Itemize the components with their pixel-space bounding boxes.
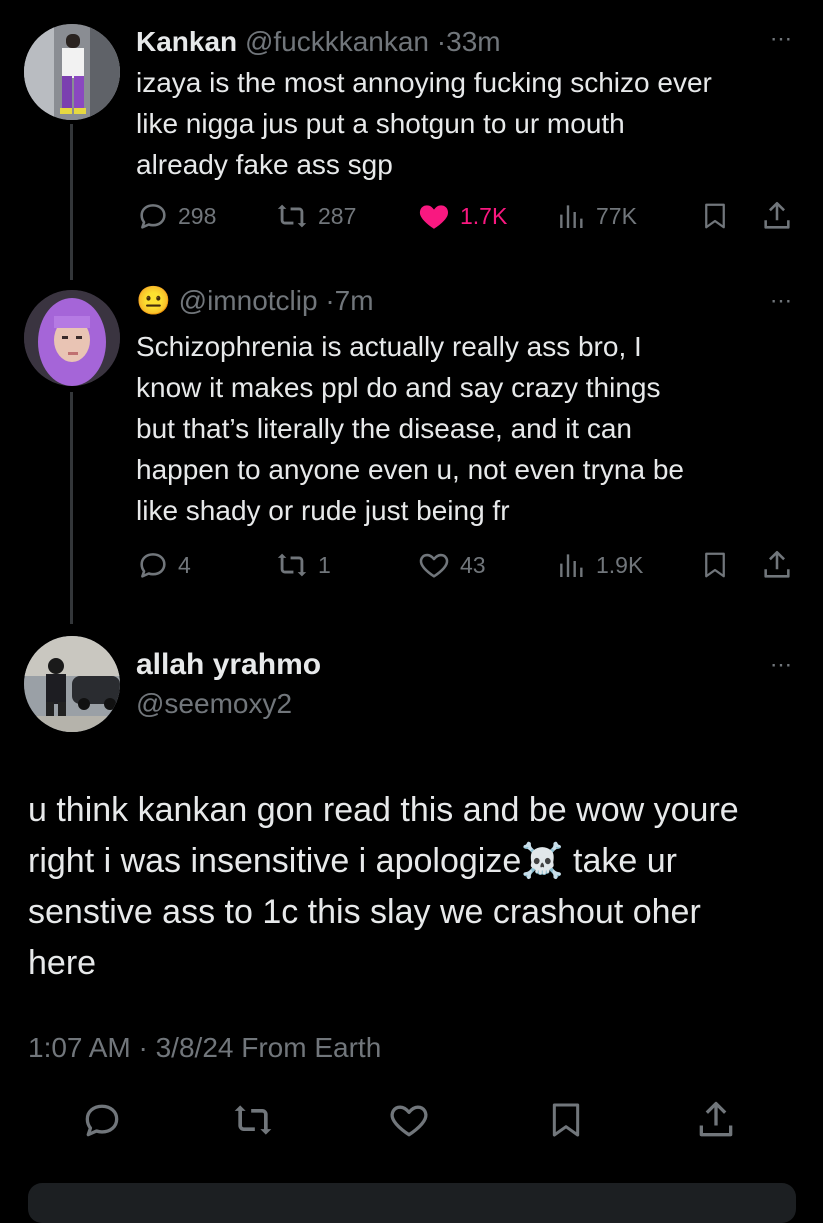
reply-button[interactable]: 298 xyxy=(136,196,216,236)
display-name[interactable]: allah yrahmo xyxy=(136,648,321,682)
more-options-icon[interactable]: ⋯ xyxy=(770,26,793,52)
tweet-text-line: Schizophrenia is actually really ass bro… xyxy=(136,331,642,362)
display-name[interactable]: Kankan xyxy=(136,26,237,57)
reply-icon xyxy=(85,1104,119,1137)
tweet-actions: 298 287 1.7K 77K xyxy=(136,196,796,236)
tweet-header: 😐 @imnotclip ·7m xyxy=(136,283,374,319)
tweet-header: Kankan @fuckkkankan ·33m xyxy=(136,24,501,60)
thread-connector xyxy=(70,124,73,280)
reply-icon xyxy=(140,204,166,229)
heart-outline-icon xyxy=(419,553,449,578)
repost-icon xyxy=(234,1105,272,1135)
share-button[interactable] xyxy=(760,545,794,585)
neutral-face-emoji: 😐 xyxy=(136,285,171,316)
reply-button[interactable]: 4 xyxy=(136,545,191,585)
tweet-text-line: already fake ass sgp xyxy=(136,149,393,180)
views-chart-icon xyxy=(560,205,583,228)
heart-outline-icon xyxy=(390,1105,428,1137)
share-icon xyxy=(764,550,790,578)
views-count: 1.9K xyxy=(596,551,644,578)
tweet-text-line: u think kankan gon read this and be wow … xyxy=(28,791,739,829)
bookmark-button[interactable] xyxy=(700,545,730,585)
tweet-text-line: like shady or rude just being fr xyxy=(136,495,510,526)
tweet-text-line: senstive ass to 1c this slay we crashout… xyxy=(28,893,701,931)
tweet-text-line: like nigga jus put a shotgun to ur mouth xyxy=(136,108,625,139)
share-icon xyxy=(699,1101,733,1137)
tweet-text-line: but that’s literally the disease, and it… xyxy=(136,413,633,444)
avatar-seemoxy2[interactable] xyxy=(24,636,120,732)
tweet-text: Schizophrenia is actually really ass bro… xyxy=(136,326,796,531)
heart-filled-icon xyxy=(419,205,449,229)
like-button[interactable]: 1.7K xyxy=(416,196,507,236)
handle[interactable]: @seemoxy2 xyxy=(136,688,292,720)
thread-connector xyxy=(70,392,73,624)
share-button[interactable] xyxy=(760,196,794,236)
repost-button[interactable]: 1 xyxy=(274,545,331,585)
like-button[interactable]: 43 xyxy=(416,545,486,585)
avatar-imnotclip[interactable] xyxy=(24,290,120,386)
bookmark-icon xyxy=(705,552,725,578)
repost-icon xyxy=(277,204,307,228)
like-button[interactable] xyxy=(386,1098,432,1147)
handle[interactable]: @fuckkkankan xyxy=(245,26,429,57)
bookmark-icon xyxy=(705,203,725,229)
separator: · xyxy=(325,285,335,316)
more-options-icon[interactable]: ⋯ xyxy=(770,288,793,314)
relative-time[interactable]: 33m xyxy=(446,26,500,57)
handle[interactable]: @imnotclip xyxy=(179,285,318,316)
like-count: 1.7K xyxy=(460,202,508,229)
repost-icon xyxy=(277,553,307,577)
tweet-timestamp[interactable]: 1:07 AM · 3/8/24 From Earth xyxy=(28,1032,381,1064)
tweet-text-line: know it makes ppl do and say crazy thing… xyxy=(136,372,661,403)
like-count: 43 xyxy=(460,551,486,578)
views-button[interactable]: 1.9K xyxy=(556,545,643,585)
main-tweet-actions xyxy=(0,1098,823,1148)
reply-composer-bar[interactable] xyxy=(28,1183,796,1223)
reply-count: 4 xyxy=(178,551,191,578)
views-button[interactable]: 77K xyxy=(556,196,637,236)
repost-count: 1 xyxy=(318,551,331,578)
tweet-text-line: here xyxy=(28,944,97,982)
bookmark-button[interactable] xyxy=(700,196,730,236)
tweet-text: izaya is the most annoying fucking schiz… xyxy=(136,62,796,185)
repost-count: 287 xyxy=(318,202,357,229)
tweet-text-line: right i was insensitive i apologize☠️ ta… xyxy=(28,842,677,880)
tweet-text-line: izaya is the most annoying fucking schiz… xyxy=(136,67,712,98)
tweet-actions: 4 1 43 1.9K xyxy=(136,545,796,585)
share-icon xyxy=(764,201,790,229)
bookmark-button[interactable] xyxy=(546,1098,586,1147)
reply-count: 298 xyxy=(178,202,217,229)
tweet-text: u think kankan gon read this and be wow … xyxy=(28,785,798,989)
relative-time[interactable]: 7m xyxy=(335,285,374,316)
tweet-text-line: happen to anyone even u, not even tryna … xyxy=(136,454,684,485)
reply-button[interactable] xyxy=(80,1098,124,1147)
separator: · xyxy=(436,26,447,57)
views-chart-icon xyxy=(560,554,583,577)
bookmark-icon xyxy=(552,1103,580,1137)
avatar-kankan[interactable] xyxy=(24,24,120,120)
share-button[interactable] xyxy=(694,1098,738,1147)
views-count: 77K xyxy=(596,202,637,229)
repost-button[interactable] xyxy=(230,1098,276,1147)
reply-icon xyxy=(140,553,166,578)
more-options-icon[interactable]: ⋯ xyxy=(770,652,793,678)
repost-button[interactable]: 287 xyxy=(274,196,356,236)
